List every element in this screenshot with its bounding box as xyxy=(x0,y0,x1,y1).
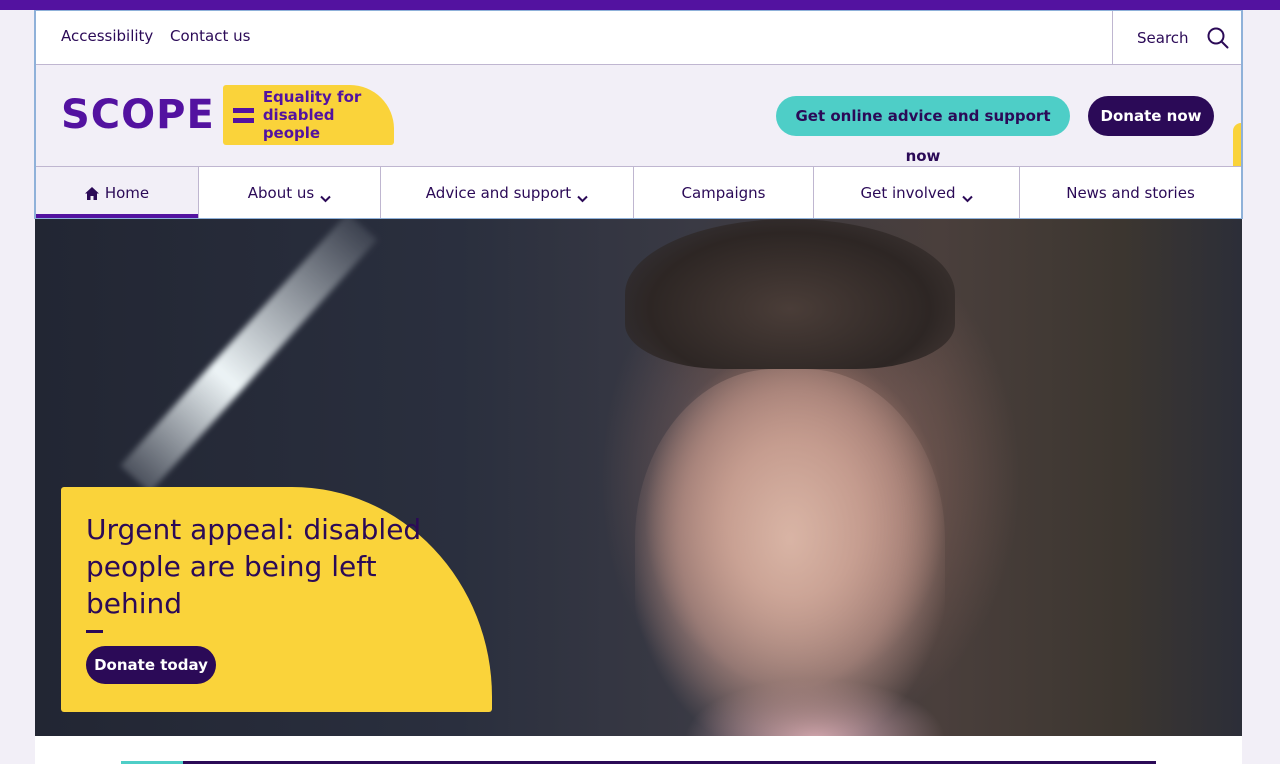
decorative-corner xyxy=(1233,123,1241,166)
tagline-line-1: Equality for xyxy=(262,88,362,106)
nav-label: News and stories xyxy=(1066,183,1195,202)
chevron-down-icon xyxy=(577,189,588,202)
equals-icon xyxy=(232,107,254,123)
nav-item-campaigns[interactable]: Campaigns xyxy=(634,167,814,218)
chevron-down-icon xyxy=(320,189,331,202)
hero-image-face xyxy=(635,369,945,736)
donate-now-button[interactable]: Donate now xyxy=(1088,96,1214,136)
accessibility-link[interactable]: Accessibility xyxy=(61,27,153,45)
hero-image-hair xyxy=(625,219,955,369)
nav-label: About us xyxy=(247,183,315,202)
chevron-down-icon xyxy=(961,189,973,202)
page: Accessibility Contact us Search SCOPE Eq… xyxy=(34,10,1243,764)
nav-item-get-involved[interactable]: Get involved xyxy=(814,167,1020,218)
top-brand-bar xyxy=(0,0,1280,10)
hero-divider xyxy=(86,630,103,633)
scope-logo[interactable]: SCOPE Equality for disabled people xyxy=(61,85,394,145)
search-icon xyxy=(1207,27,1229,49)
search-label: Search xyxy=(1137,28,1189,47)
donate-today-button[interactable]: Donate today xyxy=(86,646,216,684)
home-icon xyxy=(84,186,99,200)
site-header: Accessibility Contact us Search SCOPE Eq… xyxy=(34,10,1243,219)
tagline-line-2: disabled people xyxy=(262,106,335,142)
hero-appeal-card: Urgent appeal: disabled people are being… xyxy=(61,487,492,712)
hero-image-light xyxy=(120,219,378,493)
nav-item-about-us[interactable]: About us xyxy=(199,167,381,218)
main-nav: Home About us Advice and support Campaig… xyxy=(36,166,1241,218)
nav-label: Advice and support xyxy=(425,183,572,202)
logo-tagline-badge: Equality for disabled people xyxy=(222,85,394,145)
nav-item-advice-and-support[interactable]: Advice and support xyxy=(381,167,634,218)
nav-label: Get involved xyxy=(860,183,956,202)
utility-bar: Accessibility Contact us Search xyxy=(36,11,1241,65)
logo-tagline: Equality for disabled people xyxy=(263,88,394,142)
hero-banner: Urgent appeal: disabled people are being… xyxy=(35,219,1242,736)
hero-title: Urgent appeal: disabled people are being… xyxy=(86,513,422,620)
nav-item-news-and-stories[interactable]: News and stories xyxy=(1020,167,1241,218)
logo-wordmark: SCOPE xyxy=(61,92,215,138)
nav-label: Home xyxy=(104,183,150,202)
nav-label: Campaigns xyxy=(681,183,766,202)
contact-us-link[interactable]: Contact us xyxy=(170,27,250,45)
nav-item-home[interactable]: Home xyxy=(36,167,199,218)
content-section xyxy=(35,736,1242,764)
search-button[interactable]: Search xyxy=(1112,11,1241,64)
online-advice-button[interactable]: Get online advice and support now xyxy=(776,96,1070,165)
brand-row: SCOPE Equality for disabled people Get o… xyxy=(36,65,1241,166)
